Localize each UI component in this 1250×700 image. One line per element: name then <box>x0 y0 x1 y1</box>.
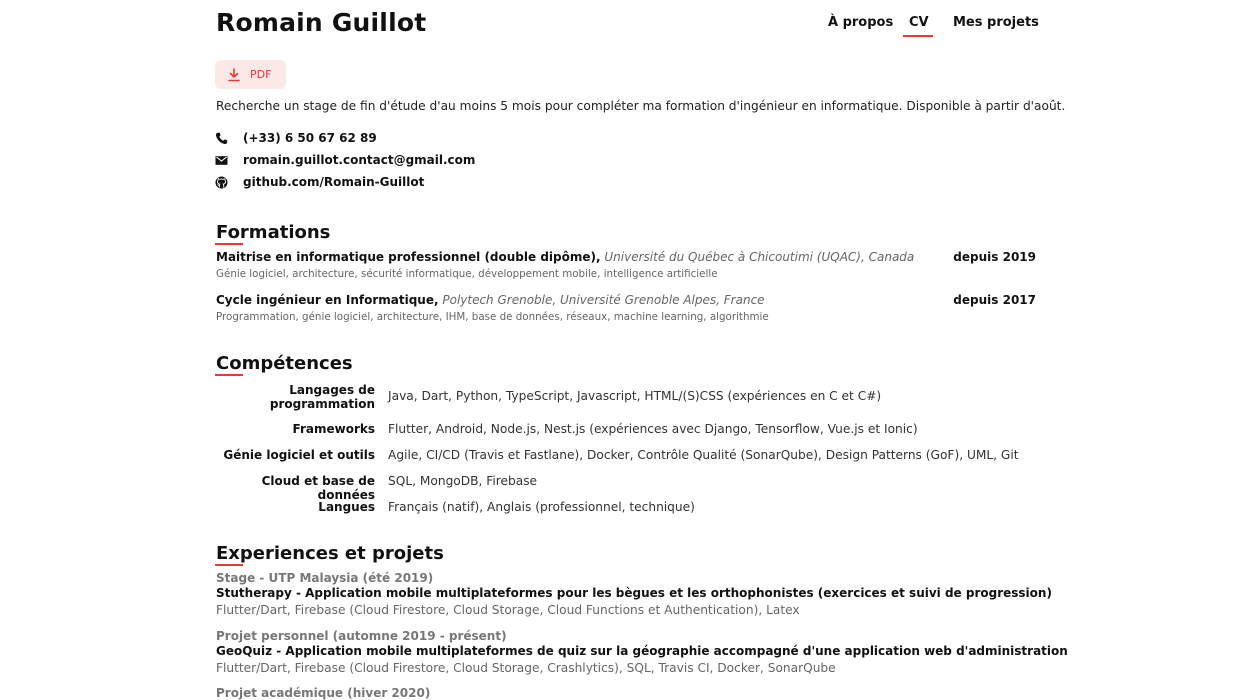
experience-context: Projet personnel (automne 2019 - présent… <box>216 629 507 643</box>
skill-label-line: Langages de <box>289 383 375 397</box>
formation-school: Polytech Grenoble, Université Grenoble A… <box>442 293 765 307</box>
section-underline <box>215 374 243 376</box>
experience-tech: Flutter/Dart, Firebase (Cloud Firestore,… <box>216 661 836 675</box>
formation-item: Cycle ingénieur en Informatique, Polytec… <box>216 293 1036 323</box>
contact-github: github.com/Romain-Guillot <box>215 174 424 190</box>
pdf-button-label: PDF <box>250 68 272 81</box>
formation-degree: Maitrise en informatique professionnel (… <box>216 250 601 264</box>
contact-github-text[interactable]: github.com/Romain-Guillot <box>243 175 424 189</box>
formation-heading: Cycle ingénieur en Informatique, Polytec… <box>216 293 1036 307</box>
experience-item: Projet personnel (automne 2019 - présent… <box>216 629 1068 675</box>
experience-item: Stage - UTP Malaysia (été 2019) Stuthera… <box>216 571 1052 617</box>
skill-label: Génie logiciel et outils <box>223 448 375 462</box>
formation-date: depuis 2017 <box>953 293 1036 307</box>
skill-value: Agile, CI/CD (Travis et Fastlane), Docke… <box>388 448 1019 462</box>
skill-label-line: programmation <box>269 397 375 411</box>
contact-email: romain.guillot.contact@gmail.com <box>215 152 475 168</box>
skill-label: Cloud et base de données <box>261 474 375 502</box>
mail-icon <box>215 155 228 165</box>
download-icon <box>228 67 240 81</box>
contact-phone: (+33) 6 50 67 62 89 <box>215 130 377 146</box>
contact-phone-text[interactable]: (+33) 6 50 67 62 89 <box>243 131 377 145</box>
section-underline <box>215 564 243 566</box>
formation-date: depuis 2019 <box>953 250 1036 264</box>
intro-text: Recherche un stage de fin d'étude d'au m… <box>216 99 1066 113</box>
phone-icon <box>215 132 228 144</box>
pdf-download-button[interactable]: PDF <box>215 60 286 89</box>
formation-description: Génie logiciel, architecture, sécurité i… <box>216 268 718 280</box>
formation-school: Université du Québec à Chicoutimi (UQAC)… <box>604 250 915 264</box>
main-nav: À propos CV Mes projets <box>0 15 1250 39</box>
skill-value: Flutter, Android, Node.js, Nest.js (expé… <box>388 422 918 436</box>
skill-label: Langues <box>318 500 375 514</box>
formation-heading: Maitrise en informatique professionnel (… <box>216 250 1036 264</box>
nav-link-cv[interactable]: CV <box>903 15 933 37</box>
formation-item: Maitrise en informatique professionnel (… <box>216 250 1036 280</box>
contact-email-text[interactable]: romain.guillot.contact@gmail.com <box>243 153 475 167</box>
experience-tech: Flutter/Dart, Firebase (Cloud Firestore,… <box>216 603 800 617</box>
github-icon <box>215 176 228 188</box>
experience-title: Stutherapy - Application mobile multipla… <box>216 586 1052 600</box>
skill-label: Frameworks <box>292 422 375 436</box>
experience-context: Projet académique (hiver 2020) <box>216 686 431 700</box>
experience-context: Stage - UTP Malaysia (été 2019) <box>216 571 434 585</box>
section-title-formations: Formations <box>216 222 331 243</box>
section-title-competences: Compétences <box>216 353 353 374</box>
nav-link-a-propos[interactable]: À propos <box>828 15 893 35</box>
section-underline <box>215 243 243 245</box>
nav-link-mes-projets[interactable]: Mes projets <box>953 15 1039 35</box>
formation-description: Programmation, génie logiciel, architect… <box>216 311 769 323</box>
formation-degree: Cycle ingénieur en Informatique, <box>216 293 439 307</box>
skill-value: Java, Dart, Python, TypeScript, Javascri… <box>388 389 882 403</box>
experience-title: GeoQuiz - Application mobile multiplatef… <box>216 644 1068 658</box>
experience-item: Projet académique (hiver 2020) <box>216 686 430 700</box>
section-title-experiences: Experiences et projets <box>216 543 444 564</box>
skill-value: Français (natif), Anglais (professionnel… <box>388 500 695 514</box>
skill-value: SQL, MongoDB, Firebase <box>388 474 538 488</box>
skill-label: Langages de programmation <box>205 383 375 411</box>
